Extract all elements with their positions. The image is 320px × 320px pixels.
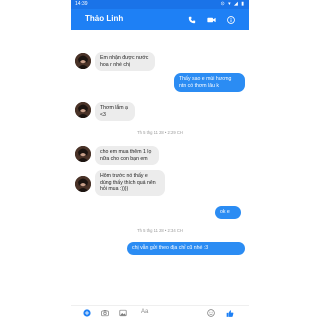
message-bubble[interactable]: Em nhận được nước hoa r nhé chị	[95, 52, 155, 71]
message-input[interactable]: Aa	[141, 309, 148, 315]
camera-icon[interactable]	[101, 309, 109, 317]
plus-icon[interactable]	[83, 309, 91, 317]
composer-bar: Aa	[71, 305, 249, 320]
status-bar: 14:39 ⊙ ▾ ◢ ▮	[71, 0, 249, 9]
contact-avatar[interactable]	[75, 53, 91, 69]
contact-avatar[interactable]	[75, 146, 91, 162]
video-camera-icon[interactable]	[207, 15, 216, 24]
emoji-icon[interactable]	[207, 309, 215, 317]
message-bubble[interactable]: Hôm trước nó thấy e dùng thấy thích quá …	[95, 170, 165, 196]
message-bubble[interactable]: Thơm lắm ạ <3	[95, 102, 135, 121]
contact-avatar[interactable]	[75, 102, 91, 118]
thumbs-up-icon[interactable]	[226, 309, 234, 317]
message-list[interactable]: Em nhận được nước hoa r nhé chị Thấy sao…	[71, 30, 249, 305]
status-icons: ⊙ ▾ ◢ ▮	[220, 1, 245, 7]
message-bubble[interactable]: chị vẫn gửi theo địa chỉ cũ nhé :3	[127, 242, 245, 255]
message-timestamp: Th 5 thg 11 28 • 2:34 CH	[137, 228, 183, 233]
image-icon[interactable]	[119, 309, 127, 317]
phone-icon[interactable]	[187, 15, 196, 24]
messenger-screen: 14:39 ⊙ ▾ ◢ ▮ Thảo Linh Em nhận được nướ…	[71, 0, 249, 320]
message-bubble[interactable]: cho em mua thêm 1 lọ nữa cho con bạn em	[95, 146, 159, 165]
message-bubble[interactable]: ok e	[215, 206, 241, 219]
conversation-header: Thảo Linh	[71, 9, 249, 30]
contact-name[interactable]: Thảo Linh	[85, 14, 123, 23]
message-bubble[interactable]: Thấy sao e mùi hương ntn có thơm lâu k	[174, 73, 245, 92]
info-icon[interactable]	[226, 15, 235, 24]
status-time: 14:39	[75, 1, 88, 7]
contact-avatar[interactable]	[75, 176, 91, 192]
message-timestamp: Th 5 thg 11 28 • 2:29 CH	[137, 130, 183, 135]
